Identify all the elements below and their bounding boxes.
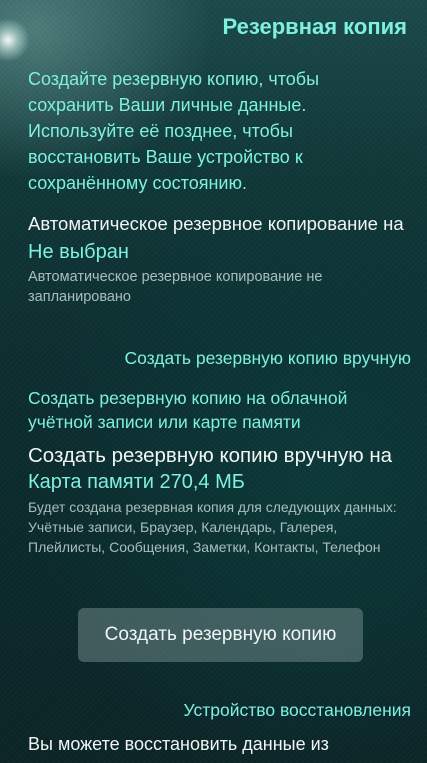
manual-backup-target-label: Создать резервную копию вручную на	[28, 444, 393, 467]
manual-backup-target-value: Карта памяти 270,4 МБ	[28, 471, 245, 493]
create-backup-button[interactable]: Создать резервную копию	[78, 608, 363, 662]
manual-backup-target-description: Будет создана резервная копия для следую…	[28, 499, 397, 555]
auto-backup-label: Автоматическое резервное копирование на	[28, 213, 404, 234]
manual-backup-target-setting[interactable]: Создать резервную копию вручную на Карта…	[28, 443, 411, 557]
intro-description: Создайте резервную копию, чтобы сохранит…	[28, 69, 320, 193]
restore-description: Вы можете восстановить данные из	[28, 734, 329, 754]
auto-backup-setting[interactable]: Автоматическое резервное копирование на …	[28, 212, 411, 307]
page-title: Резервная копия	[222, 14, 408, 39]
light-flare-decoration	[0, 18, 30, 62]
auto-backup-description: Автоматическое резервное копирование не …	[28, 269, 323, 305]
restore-section-header: Устройство восстановления	[183, 700, 411, 720]
auto-backup-value: Не выбран	[28, 241, 129, 263]
manual-backup-section-header: Создать резервную копию вручную	[124, 348, 411, 368]
cloud-backup-link[interactable]: Создать резервную копию на облачной учёт…	[28, 386, 368, 434]
